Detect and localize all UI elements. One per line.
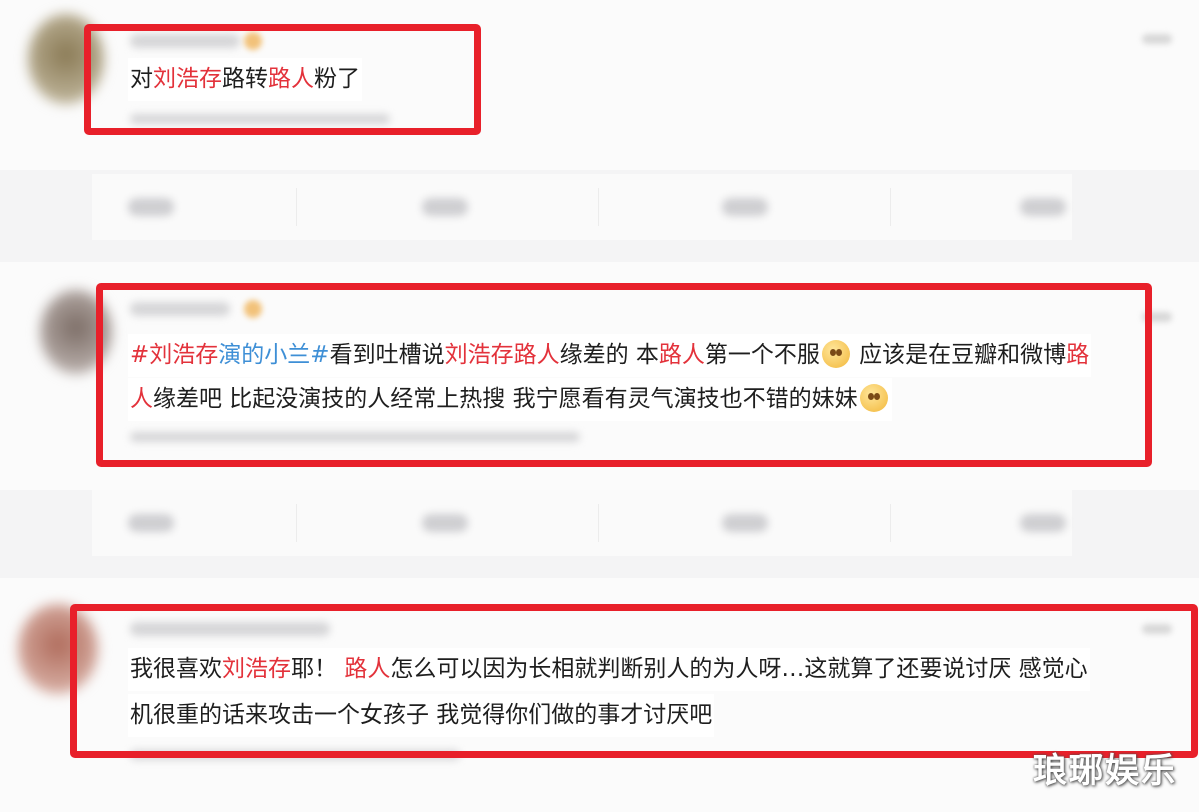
divider [890, 504, 891, 542]
keyword-highlight: 人 [130, 386, 153, 412]
divider [296, 504, 297, 542]
keyword-highlight: 路人 [658, 342, 705, 368]
emoji-icon [859, 384, 888, 412]
like-icon[interactable] [722, 514, 768, 532]
comment-fragment: 怎么可以因为长相就判断别人的为人呀…这就算了还要说讨厌 感觉心 [390, 656, 1088, 682]
comment-text: 对刘浩存路转路人粉了 [128, 58, 362, 101]
comment-fragment: 缘差吧 比起没演技的人经常上热搜 我宁愿看有灵气演技也不错的妹妹 [153, 386, 858, 412]
hashtag-link[interactable]: 演的小兰# [218, 342, 329, 368]
comment-fragment: 应该是在豆瓣和微博 [851, 342, 1067, 368]
keyword-highlight: 路 [1066, 342, 1090, 368]
share-icon[interactable] [1020, 514, 1066, 532]
divider [598, 188, 599, 226]
comment-fragment: 缘差的 本 [559, 342, 659, 368]
keyword-highlight: 刘浩存 [444, 342, 514, 368]
comment-fragment: 耶！ [291, 656, 345, 682]
action-bar [92, 174, 1072, 240]
comment-fragment: 粉了 [314, 66, 360, 92]
emoji-icon [821, 340, 850, 368]
comment-text-line-2: 人缘差吧 比起没演技的人经常上热搜 我宁愿看有灵气演技也不错的妹妹 [128, 378, 892, 421]
comment-fragment: 对 [130, 66, 153, 92]
comment-fragment: 第一个不服 [704, 342, 820, 368]
divider [296, 188, 297, 226]
divider [598, 504, 599, 542]
comment-icon[interactable] [422, 514, 468, 532]
comment-fragment: 看到吐槽说 [329, 342, 445, 368]
keyword-highlight: 路人 [344, 656, 391, 682]
comment-text-line-1: #刘浩存演的小兰#看到吐槽说刘浩存路人缘差的 本路人第一个不服 应该是在豆瓣和微… [128, 334, 1092, 377]
comment-fragment: 机很重的话来攻击一个女孩子 我觉得你们做的事才讨厌吧 [130, 702, 713, 728]
repost-icon[interactable] [128, 198, 174, 216]
repost-icon[interactable] [128, 514, 174, 532]
keyword-highlight: 路人 [513, 342, 560, 368]
comment-fragment: 路转 [222, 66, 268, 92]
comment-fragment: 我很喜欢 [130, 656, 222, 682]
keyword-highlight: 路人 [268, 66, 314, 92]
keyword-highlight: 刘浩存 [222, 656, 291, 682]
comment-text-line-1: 我很喜欢刘浩存耶！ 路人怎么可以因为长相就判断别人的为人呀…这就算了还要说讨厌 … [128, 648, 1090, 691]
comment-text-line-2: 机很重的话来攻击一个女孩子 我觉得你们做的事才讨厌吧 [128, 694, 715, 737]
divider [890, 188, 891, 226]
more-icon[interactable] [1142, 34, 1172, 44]
action-bar [92, 490, 1072, 556]
watermark: 琅琊娱乐 [1033, 751, 1177, 791]
hashtag-keyword[interactable]: #刘浩存 [130, 342, 218, 368]
comment-icon[interactable] [422, 198, 468, 216]
keyword-highlight: 刘浩存 [153, 66, 222, 92]
share-icon[interactable] [1020, 198, 1066, 216]
like-icon[interactable] [722, 198, 768, 216]
